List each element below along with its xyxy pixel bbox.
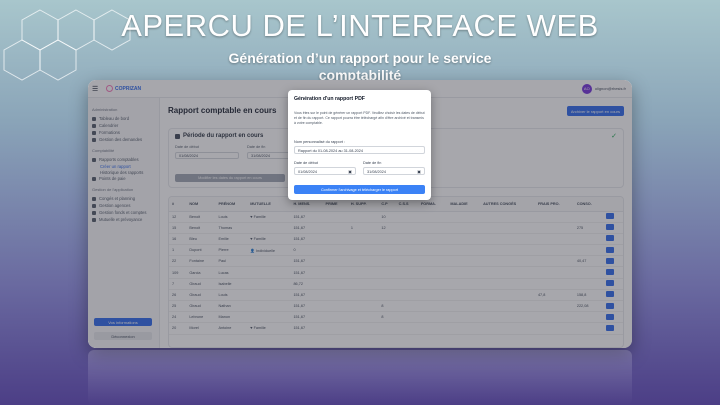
modal-description: Vous êtes sur le point de générer un rap…	[294, 111, 425, 125]
modal-start-date-input[interactable]: 01/08/2024 ▣	[294, 167, 356, 175]
calendar-icon[interactable]: ▣	[348, 169, 352, 174]
modal-title: Génération d'un rapport PDF	[294, 96, 365, 102]
modal-end-label: Date de fin	[363, 161, 382, 165]
modal-end-date-input[interactable]: 31/08/2024 ▣	[363, 167, 425, 175]
confirm-download-button[interactable]: Confirmer l'archivage et télécharger le …	[294, 185, 425, 194]
calendar-icon[interactable]: ▣	[417, 169, 421, 174]
report-name-input[interactable]: Rapport du 01-08-2024 au 31-08-2024	[294, 146, 425, 154]
pdf-report-modal: Génération d'un rapport PDF Vous êtes su…	[288, 90, 431, 200]
slide-subtitle: Génération d’un rapport pour le service …	[228, 50, 492, 83]
report-name-label: Nom personnalisé du rapport :	[294, 140, 346, 144]
modal-start-label: Date de début	[294, 161, 318, 165]
screenshot-reflection	[88, 350, 632, 405]
slide-title: APERCU DE L’INTERFACE WEB	[121, 8, 599, 43]
app-screenshot: ☰ COPRIZAN AO olignon@rhesis.fr Administ…	[88, 80, 632, 348]
